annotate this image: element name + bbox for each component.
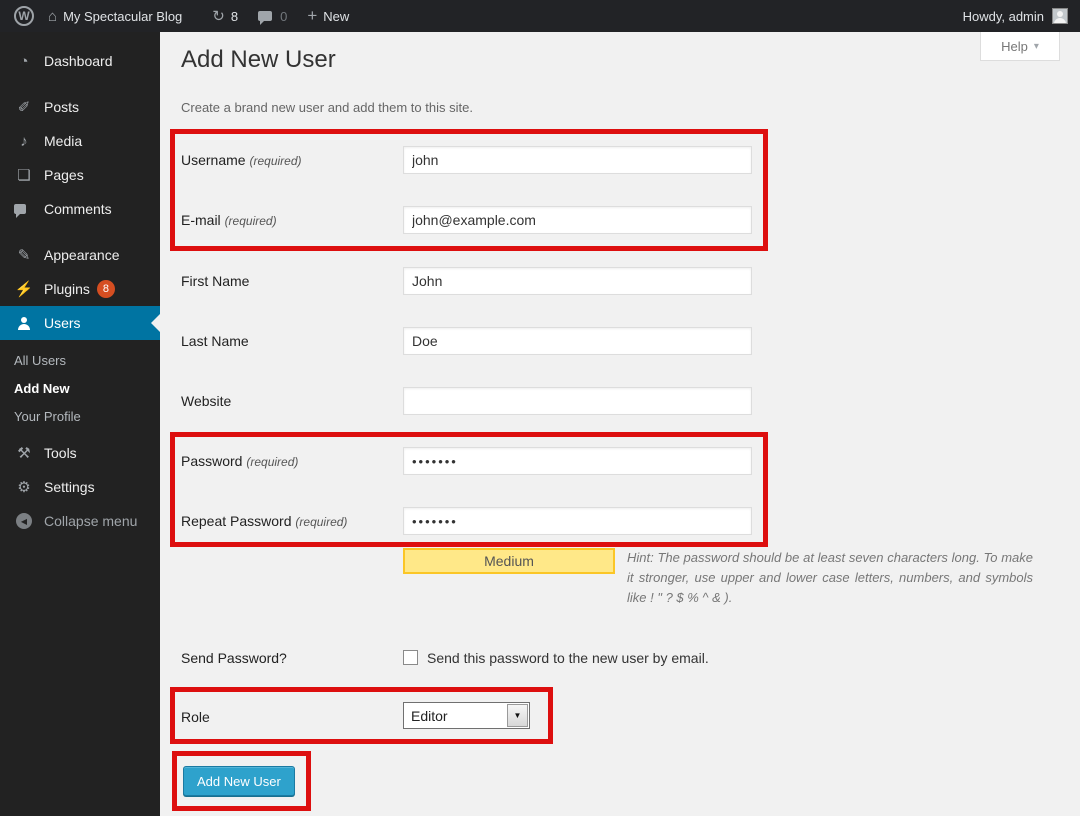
add-new-user-button[interactable]: Add New User bbox=[183, 766, 295, 796]
select-dropdown-button[interactable]: ▼ bbox=[507, 704, 528, 727]
send-password-checkbox-label: Send this password to the new user by em… bbox=[427, 650, 709, 666]
sidebar-item-media[interactable]: ♪ Media bbox=[0, 124, 160, 158]
role-selected-value: Editor bbox=[404, 708, 507, 724]
password-hint-text: Hint: The password should be at least se… bbox=[627, 550, 1033, 605]
media-icon: ♪ bbox=[14, 133, 34, 150]
required-note: (required) bbox=[249, 154, 301, 168]
sidebar-item-label: Collapse menu bbox=[44, 513, 137, 529]
appearance-brush-icon: ✎ bbox=[14, 246, 34, 264]
submenu-item-label: Your Profile bbox=[14, 409, 81, 424]
sidebar-item-label: Dashboard bbox=[44, 53, 113, 69]
wp-logo-menu[interactable]: W bbox=[14, 6, 34, 26]
email-label: E-mail (required) bbox=[181, 212, 396, 228]
site-name-link[interactable]: ⌂ My Spectacular Blog bbox=[48, 8, 182, 25]
menu-separator bbox=[0, 78, 160, 90]
sidebar-item-tools[interactable]: ⚒ Tools bbox=[0, 436, 160, 470]
sidebar-item-label: Plugins bbox=[44, 281, 90, 297]
updates-link[interactable]: ↻ 8 bbox=[212, 7, 238, 25]
posts-pushpin-icon: ✐ bbox=[14, 98, 34, 116]
chevron-down-icon: ▼ bbox=[514, 711, 522, 720]
first-name-label: First Name bbox=[181, 273, 396, 289]
sidebar-item-label: Media bbox=[44, 133, 82, 149]
role-label: Role bbox=[181, 709, 396, 725]
sidebar-item-comments[interactable]: Comments bbox=[0, 192, 160, 226]
username-label: Username (required) bbox=[181, 152, 396, 168]
sidebar-item-posts[interactable]: ✐ Posts bbox=[0, 90, 160, 124]
username-field[interactable] bbox=[403, 146, 752, 174]
password-field[interactable] bbox=[403, 447, 752, 475]
sidebar-item-label: Comments bbox=[44, 201, 112, 217]
help-label: Help bbox=[1001, 39, 1028, 54]
comment-bubble-icon bbox=[258, 11, 272, 21]
admin-bar: W ⌂ My Spectacular Blog ↻ 8 0 + New Howd… bbox=[0, 0, 1080, 32]
required-note: (required) bbox=[295, 515, 347, 529]
dashboard-icon: ◔ bbox=[14, 53, 34, 70]
sidebar-item-label: Users bbox=[44, 315, 81, 331]
submenu-item-label: All Users bbox=[14, 353, 66, 368]
site-name: My Spectacular Blog bbox=[63, 9, 182, 24]
pages-icon: ❏ bbox=[14, 166, 34, 184]
page-description: Create a brand new user and add them to … bbox=[181, 100, 473, 115]
email-field[interactable] bbox=[403, 206, 752, 234]
submenu-item-add-new[interactable]: Add New bbox=[0, 374, 160, 402]
last-name-label: Last Name bbox=[181, 333, 396, 349]
role-select[interactable]: Editor ▼ bbox=[403, 702, 530, 729]
collapse-arrow-icon: ◀ bbox=[14, 513, 34, 529]
sidebar-item-users[interactable]: Users bbox=[0, 306, 160, 340]
sidebar-item-dashboard[interactable]: ◔ Dashboard bbox=[0, 44, 160, 78]
new-content-link[interactable]: + New bbox=[307, 6, 349, 26]
strength-meter-wrap: Medium bbox=[403, 548, 627, 594]
howdy-account-link[interactable]: Howdy, admin bbox=[963, 9, 1044, 24]
sidebar-item-label: Tools bbox=[44, 445, 77, 461]
password-hint-block: Medium Hint: The password should be at l… bbox=[403, 548, 1033, 608]
menu-separator bbox=[0, 226, 160, 238]
wordpress-logo-icon: W bbox=[14, 6, 34, 26]
comments-bubble-icon bbox=[14, 204, 34, 214]
plugins-plug-icon: ⚡ bbox=[14, 280, 34, 298]
submenu-item-all-users[interactable]: All Users bbox=[0, 346, 160, 374]
password-label: Password (required) bbox=[181, 453, 396, 469]
repeat-password-field[interactable] bbox=[403, 507, 752, 535]
website-label: Website bbox=[181, 393, 396, 409]
home-icon: ⌂ bbox=[48, 8, 57, 25]
sidebar-item-appearance[interactable]: ✎ Appearance bbox=[0, 238, 160, 272]
avatar[interactable] bbox=[1052, 8, 1068, 24]
last-name-field[interactable] bbox=[403, 327, 752, 355]
users-submenu: All Users Add New Your Profile bbox=[0, 340, 160, 436]
required-note: (required) bbox=[225, 214, 277, 228]
sidebar-item-collapse-menu[interactable]: ◀ Collapse menu bbox=[0, 504, 160, 538]
first-name-field[interactable] bbox=[403, 267, 752, 295]
comments-count: 0 bbox=[280, 9, 287, 24]
password-strength-meter: Medium bbox=[403, 548, 615, 574]
sidebar-item-label: Posts bbox=[44, 99, 79, 115]
updates-count: 8 bbox=[231, 9, 238, 24]
updates-icon: ↻ bbox=[212, 7, 225, 25]
plugins-update-badge: 8 bbox=[97, 280, 115, 298]
new-label: New bbox=[323, 9, 349, 24]
website-field[interactable] bbox=[403, 387, 752, 415]
page-title: Add New User bbox=[181, 46, 336, 74]
sidebar-item-pages[interactable]: ❏ Pages bbox=[0, 158, 160, 192]
sidebar-item-label: Pages bbox=[44, 167, 84, 183]
chevron-down-icon: ▾ bbox=[1034, 41, 1039, 52]
send-password-label: Send Password? bbox=[181, 650, 396, 666]
sidebar-item-label: Appearance bbox=[44, 247, 120, 263]
sidebar-item-plugins[interactable]: ⚡ Plugins 8 bbox=[0, 272, 160, 306]
help-button[interactable]: Help ▾ bbox=[980, 32, 1060, 61]
sidebar-item-label: Settings bbox=[44, 479, 95, 495]
send-password-checkbox[interactable] bbox=[403, 650, 418, 665]
users-person-icon bbox=[14, 317, 34, 330]
settings-sliders-icon: ⚙ bbox=[14, 478, 34, 496]
required-note: (required) bbox=[246, 455, 298, 469]
comments-link[interactable]: 0 bbox=[258, 9, 287, 24]
sidebar-item-settings[interactable]: ⚙ Settings bbox=[0, 470, 160, 504]
submenu-item-label: Add New bbox=[14, 381, 70, 396]
repeat-password-label: Repeat Password (required) bbox=[181, 513, 396, 529]
plus-icon: + bbox=[307, 6, 317, 26]
submenu-item-your-profile[interactable]: Your Profile bbox=[0, 402, 160, 430]
admin-sidebar: ◔ Dashboard ✐ Posts ♪ Media ❏ Pages Comm… bbox=[0, 32, 160, 816]
tools-wrench-icon: ⚒ bbox=[14, 444, 34, 462]
